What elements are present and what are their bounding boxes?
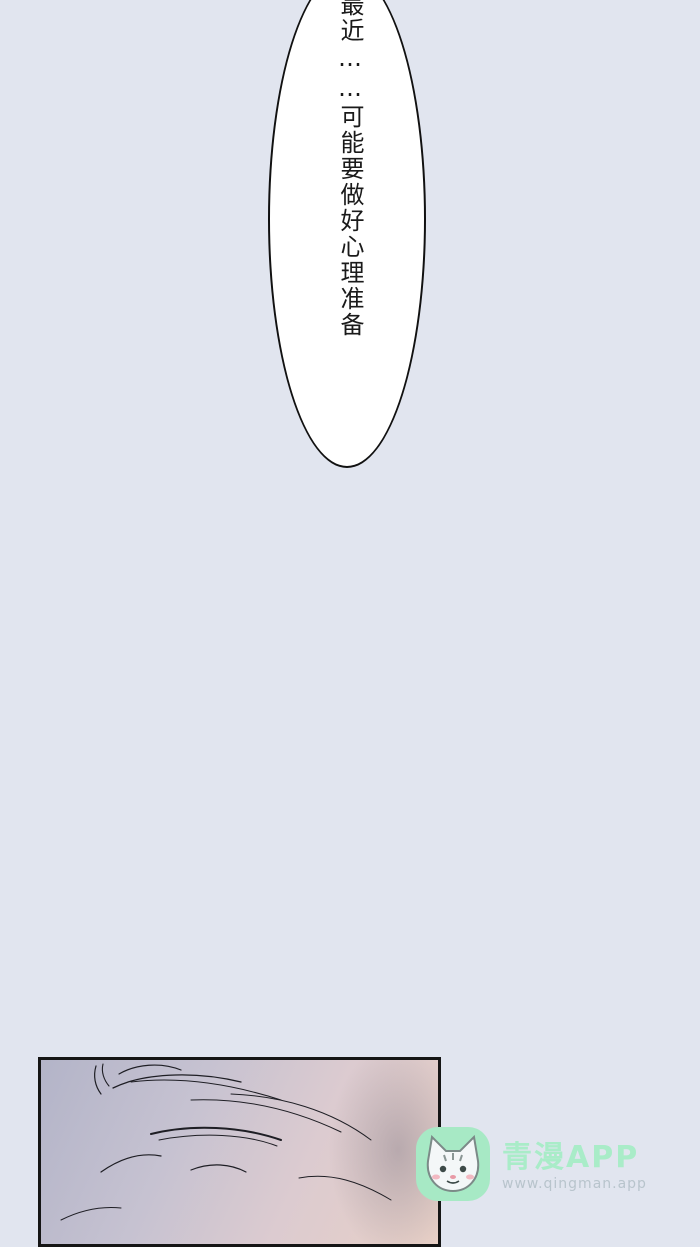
cat-face-icon — [416, 1127, 490, 1201]
comic-panel — [38, 1057, 441, 1247]
app-watermark: 青漫APP www.qingman.app — [416, 1124, 666, 1204]
speech-bubble-text: 最近……可能要做好心理准备 — [336, 0, 364, 338]
watermark-title: 青漫APP — [502, 1140, 640, 1175]
watermark-url: www.qingman.app — [502, 1176, 647, 1192]
sketch-lines-illustration — [60, 1063, 392, 1221]
